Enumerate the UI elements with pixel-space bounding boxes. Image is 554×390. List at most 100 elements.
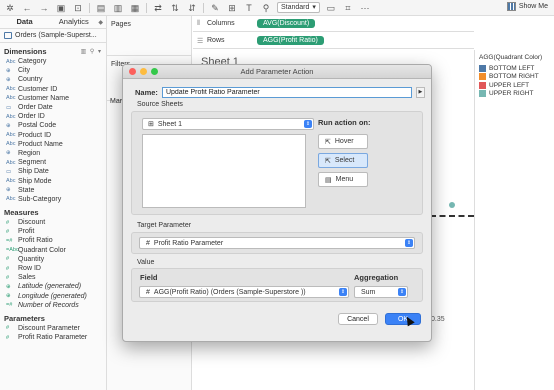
new-sheet-icon[interactable]: ▤ (95, 3, 107, 13)
field-item[interactable]: Abc Customer Name (0, 94, 106, 103)
select-icon: ⇱ (325, 157, 331, 165)
add-parameter-action-dialog: Add Parameter Action Name: ▶ Source Shee… (122, 64, 432, 342)
run-menu-button[interactable]: ▤ Menu (318, 172, 368, 187)
group-icon[interactable]: ⊞ (226, 3, 238, 13)
field-item[interactable]: ⊕ Longitude (generated) (0, 292, 106, 301)
measure-icon: # (146, 288, 150, 296)
legend-label: UPPER LEFT (489, 81, 530, 89)
value-field-select[interactable]: # AGG(Profit Ratio) (Orders (Sample-Supe… (139, 286, 349, 298)
field-item[interactable]: ⊕ City (0, 66, 106, 75)
legend-item[interactable]: UPPER RIGHT (479, 90, 550, 99)
share-icon[interactable]: ⌗ (342, 3, 354, 13)
field-item[interactable]: Abc Product ID (0, 131, 106, 140)
field-item[interactable]: # Quantity (0, 255, 106, 264)
field-item[interactable]: ⊕ State (0, 186, 106, 195)
columns-pill[interactable]: AVG(Discount) (257, 19, 316, 28)
presentation-icon[interactable]: ▭ (325, 3, 337, 13)
field-item[interactable]: Abc Order ID (0, 112, 106, 121)
field-item[interactable]: ⊕ Region (0, 149, 106, 158)
legend-item[interactable]: UPPER LEFT (479, 81, 550, 90)
highlight-icon[interactable]: ✎ (209, 3, 221, 13)
field-item[interactable]: ▭ Ship Date (0, 167, 106, 176)
field-type-icon: # (6, 256, 10, 263)
clear-icon[interactable]: ▦ (129, 3, 141, 13)
labels-icon[interactable]: T (243, 3, 255, 13)
field-type-icon: ⊕ (6, 187, 11, 194)
field-item[interactable]: ⊕ Postal Code (0, 121, 106, 130)
chevron-updown-icon: ⇕ (339, 288, 347, 296)
minimize-icon[interactable] (140, 68, 147, 75)
forward-icon[interactable]: → (38, 3, 50, 13)
field-type-icon: Abc (6, 132, 16, 139)
reference-line[interactable] (430, 215, 474, 217)
field-item[interactable]: # Row ID (0, 264, 106, 273)
cancel-button[interactable]: Cancel (338, 313, 378, 325)
field-item[interactable]: # Discount Parameter (0, 324, 106, 333)
field-label: Latitude (generated) (18, 283, 82, 291)
view-size-select[interactable]: Standard ▾ (277, 2, 320, 13)
action-name-input[interactable] (161, 87, 412, 98)
field-item[interactable]: Abc Sub-Category (0, 195, 106, 204)
field-type-icon: ▭ (6, 104, 12, 111)
datasource-item[interactable]: Orders (Sample-Superst... (0, 29, 106, 43)
source-sheet-select[interactable]: ⊞ Sheet 1 ⇕ (142, 118, 314, 130)
field-item[interactable]: ⊕ Latitude (generated) (0, 282, 106, 291)
zoom-icon[interactable] (151, 68, 158, 75)
chevron-down-icon[interactable]: ◆ (98, 19, 106, 26)
aggregation-select[interactable]: Sum ⇕ (354, 286, 408, 298)
sort-desc-icon[interactable]: ⇵ (186, 3, 198, 13)
run-hover-button[interactable]: ⇱ Hover (318, 134, 368, 149)
field-label: Region (18, 149, 41, 157)
legend-item[interactable]: BOTTOM RIGHT (479, 73, 550, 82)
field-item[interactable]: # Discount (0, 218, 106, 227)
insert-field-icon[interactable]: ▶ (415, 87, 425, 98)
field-item[interactable]: # Profit Ratio Parameter (0, 333, 106, 342)
data-point[interactable] (449, 202, 455, 208)
field-item[interactable]: # Profit (0, 227, 106, 236)
target-parameter-select[interactable]: # Profit Ratio Parameter ⇕ (139, 237, 415, 249)
value-group: Field Aggregation # AGG(Profit Ratio) (O… (131, 268, 423, 302)
field-item[interactable]: =Abc Quadrant Color (0, 246, 106, 255)
show-me-button[interactable]: Show Me (506, 2, 548, 11)
source-sheet-list[interactable] (142, 134, 306, 208)
tab-data[interactable]: Data (0, 16, 49, 28)
field-item[interactable]: Abc Category (0, 57, 106, 66)
legend-item[interactable]: BOTTOM LEFT (479, 64, 550, 73)
field-item[interactable]: Abc Customer ID (0, 85, 106, 94)
add-datasource-icon[interactable]: ⊡ (72, 3, 84, 13)
field-item[interactable]: Abc Product Name (0, 140, 106, 149)
save-icon[interactable]: ▣ (55, 3, 67, 13)
tab-analytics[interactable]: Analytics (49, 16, 98, 28)
close-icon[interactable] (129, 68, 136, 75)
window-controls (129, 68, 158, 75)
back-icon[interactable]: ← (21, 3, 33, 13)
tableau-logo-icon[interactable]: ✲ (4, 3, 16, 13)
field-item[interactable]: =# Profit Ratio (0, 236, 106, 245)
rows-pill[interactable]: AGG(Profit Ratio) (257, 36, 324, 45)
run-select-button[interactable]: ⇱ Select (318, 153, 368, 168)
field-type-icon: ⊕ (6, 122, 11, 129)
chevron-down-icon: ▾ (312, 4, 316, 11)
columns-shelf[interactable]: ⦀ Columns AVG(Discount) (193, 16, 474, 32)
field-item[interactable]: ⊕ Country (0, 75, 106, 84)
rows-shelf[interactable]: ☰ Rows AGG(Profit Ratio) (193, 33, 474, 49)
tooltip-icon[interactable]: ⋯ (359, 3, 371, 13)
field-label: Quadrant Color (18, 246, 66, 254)
field-item[interactable]: # Sales (0, 273, 106, 282)
field-label: Profit Ratio Parameter (18, 334, 88, 342)
sort-asc-icon[interactable]: ⇅ (169, 3, 181, 13)
marks-card[interactable]: Mar (107, 98, 122, 105)
field-type-icon: =# (6, 237, 13, 244)
field-item[interactable]: Abc Ship Mode (0, 176, 106, 185)
pages-shelf[interactable]: Pages (107, 16, 191, 56)
pin-icon[interactable]: ⚲ (260, 3, 272, 13)
field-label: Discount (18, 219, 46, 227)
field-label: Longitude (generated) (18, 292, 87, 300)
field-item[interactable]: Abc Segment (0, 158, 106, 167)
duplicate-icon[interactable]: ▥ (112, 3, 124, 13)
search-icon[interactable]: ▥ ⚲ ▾ (81, 48, 102, 55)
field-item[interactable]: =# Number of Records (0, 301, 106, 310)
field-type-icon: Abc (6, 178, 16, 185)
swap-icon[interactable]: ⇄ (152, 3, 164, 13)
field-item[interactable]: ▭ Order Date (0, 103, 106, 112)
